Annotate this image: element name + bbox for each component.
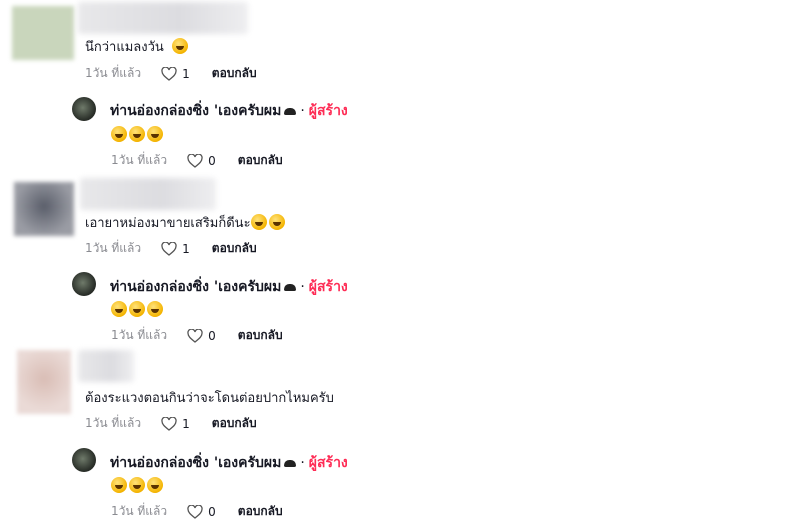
like-count: 1 [182, 66, 190, 81]
avatar[interactable] [12, 6, 74, 60]
creator-name[interactable]: ท่านอ่องกล่องซิ่ง 'เองครับผม [110, 100, 281, 122]
bike-icon [284, 106, 297, 116]
like-count: 0 [208, 328, 216, 343]
heart-icon [187, 153, 203, 168]
like-button[interactable]: 1 [161, 66, 190, 81]
like-button[interactable]: 1 [161, 241, 190, 256]
bike-icon [284, 458, 297, 468]
timestamp: 1วัน ที่แล้ว [85, 66, 142, 80]
separator-dot: · [300, 279, 305, 295]
laughing-emoji [147, 477, 163, 493]
reply-meta: 1วัน ที่แล้ว 0 ตอบกลับ [111, 326, 283, 345]
creator-badge: ผู้สร้าง [308, 103, 348, 119]
timestamp: 1วัน ที่แล้ว [85, 241, 142, 255]
comment-meta: 1วัน ที่แล้ว 1 ตอบกลับ [85, 239, 257, 258]
like-count: 0 [208, 153, 216, 168]
reply-meta: 1วัน ที่แล้ว 0 ตอบกลับ [111, 502, 283, 521]
username-blurred[interactable] [80, 178, 216, 210]
reply-button[interactable]: ตอบกลับ [212, 64, 257, 83]
laughing-emoji [129, 301, 145, 317]
like-button[interactable]: 1 [161, 416, 190, 431]
like-count: 1 [182, 416, 190, 431]
laughing-emoji [111, 477, 127, 493]
reply-button[interactable]: ตอบกลับ [212, 239, 257, 258]
heart-icon [161, 66, 177, 81]
timestamp: 1วัน ที่แล้ว [111, 328, 168, 342]
username-blurred[interactable] [78, 2, 248, 34]
comment-text: นึกว่าแมลงวัน [85, 36, 190, 57]
laughing-emoji [129, 477, 145, 493]
separator-dot: · [300, 455, 305, 471]
creator-name[interactable]: ท่านอ่องกล่องซิ่ง 'เองครับผม [110, 452, 281, 474]
reply-text [111, 299, 165, 318]
reply-button[interactable]: ตอบกลับ [238, 151, 283, 170]
reply-header: ท่านอ่องกล่องซิ่ง 'เองครับผม · ผู้สร้าง [110, 276, 348, 298]
laughing-emoji [129, 126, 145, 142]
reply-meta: 1วัน ที่แล้ว 0 ตอบกลับ [111, 151, 283, 170]
separator-dot: · [300, 103, 305, 119]
avatar[interactable] [14, 182, 74, 236]
creator-avatar[interactable] [72, 272, 96, 296]
like-count: 1 [182, 241, 190, 256]
laughing-emoji [147, 301, 163, 317]
comment-meta: 1วัน ที่แล้ว 1 ตอบกลับ [85, 64, 257, 83]
laughing-emoji [147, 126, 163, 142]
timestamp: 1วัน ที่แล้ว [111, 504, 168, 518]
creator-badge: ผู้สร้าง [308, 279, 348, 295]
bike-icon [284, 282, 297, 292]
grinning-sweat-emoji [171, 38, 188, 54]
heart-icon [187, 328, 203, 343]
creator-badge: ผู้สร้าง [308, 455, 348, 471]
heart-icon [187, 504, 203, 519]
timestamp: 1วัน ที่แล้ว [111, 153, 168, 167]
reply-text [111, 124, 165, 143]
reply-header: ท่านอ่องกล่องซิ่ง 'เองครับผม · ผู้สร้าง [110, 100, 348, 122]
like-button[interactable]: 0 [187, 328, 216, 343]
heart-icon [161, 416, 177, 431]
avatar[interactable] [17, 350, 71, 414]
comment-text: ต้องระแวงตอนกินว่าจะโดนต่อยปากไหมครับ [85, 391, 334, 406]
timestamp: 1วัน ที่แล้ว [85, 416, 142, 430]
comment-meta: 1วัน ที่แล้ว 1 ตอบกลับ [85, 414, 257, 433]
creator-avatar[interactable] [72, 448, 96, 472]
comment-text: เอายาหม่องมาขายเสริมก็ดีนะ [85, 212, 287, 233]
smiling-sweat-emoji [268, 214, 285, 230]
like-button[interactable]: 0 [187, 504, 216, 519]
creator-avatar[interactable] [72, 97, 96, 121]
reply-button[interactable]: ตอบกลับ [238, 502, 283, 521]
laughing-emoji [111, 301, 127, 317]
reply-header: ท่านอ่องกล่องซิ่ง 'เองครับผม · ผู้สร้าง [110, 452, 348, 474]
like-count: 0 [208, 504, 216, 519]
username-blurred[interactable] [78, 350, 134, 382]
laughing-emoji [111, 126, 127, 142]
creator-name[interactable]: ท่านอ่องกล่องซิ่ง 'เองครับผม [110, 276, 281, 298]
smiling-sweat-emoji [250, 214, 267, 230]
reply-button[interactable]: ตอบกลับ [212, 414, 257, 433]
reply-button[interactable]: ตอบกลับ [238, 326, 283, 345]
like-button[interactable]: 0 [187, 153, 216, 168]
reply-text [111, 475, 165, 494]
heart-icon [161, 241, 177, 256]
